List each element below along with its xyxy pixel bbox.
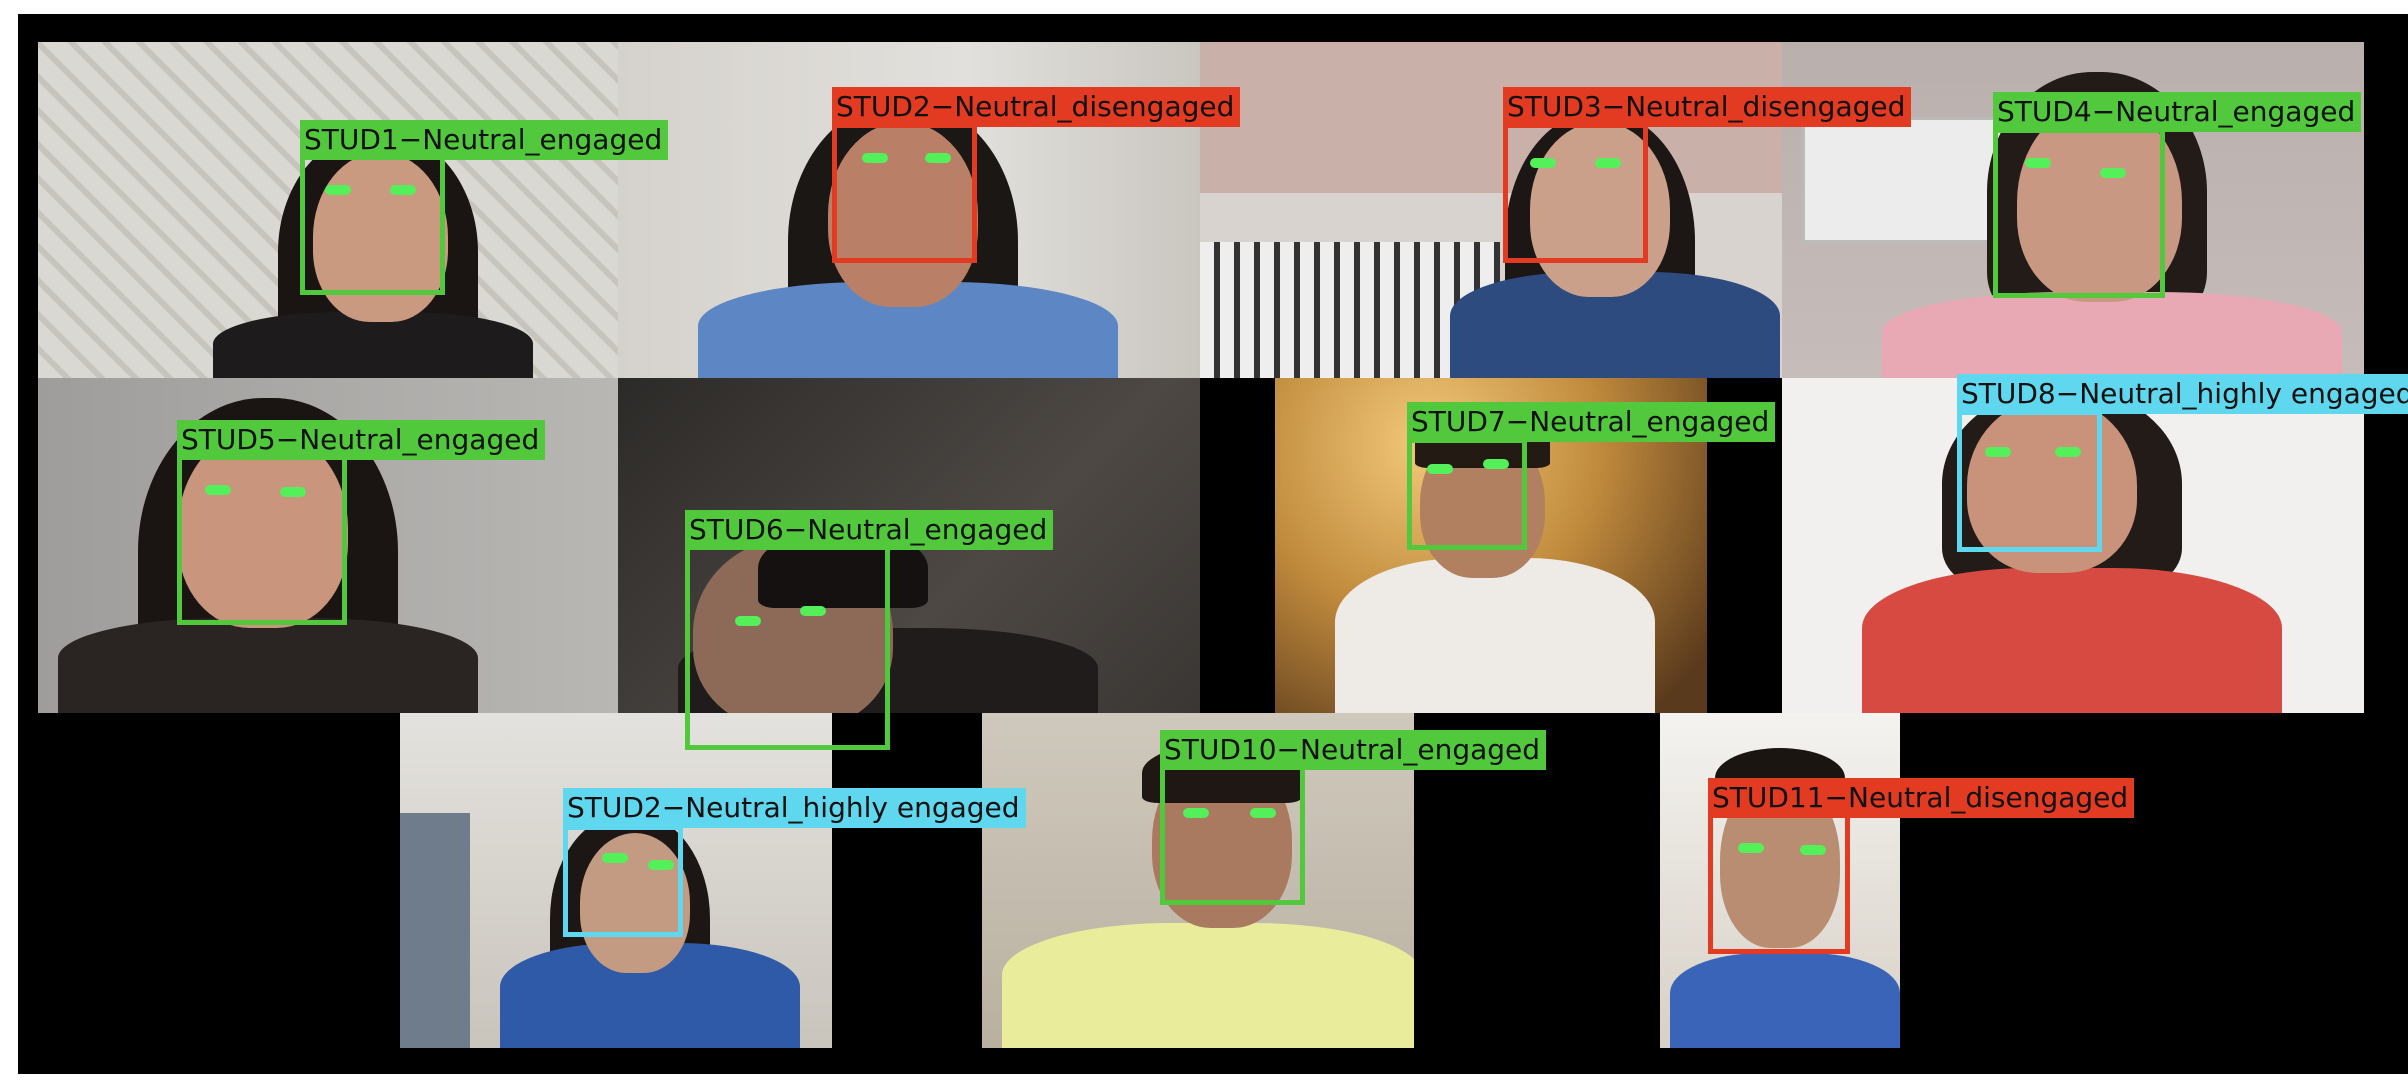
face-detection-box [1957, 410, 2102, 552]
eye-marker [800, 606, 826, 616]
eye-marker [2025, 158, 2051, 168]
eye-marker [1427, 464, 1453, 474]
detection-label: STUD5−Neutral_engaged [177, 420, 546, 460]
face-detection-box [685, 545, 890, 750]
face-detection-box [1993, 128, 2165, 298]
eye-marker [735, 616, 761, 626]
detection-label: STUD2−Neutral_disengaged [832, 87, 1241, 127]
detection-label: STUD7−Neutral_engaged [1407, 402, 1776, 442]
detection-label: STUD6−Neutral_engaged [685, 510, 1054, 550]
eye-marker [205, 485, 231, 495]
eye-marker [280, 487, 306, 497]
detection-label: STUD8−Neutral_highly engaged [1957, 374, 2408, 414]
face-detection-box [300, 155, 445, 295]
eye-marker [862, 153, 888, 163]
eye-marker [1530, 158, 1556, 168]
eye-marker [1250, 808, 1276, 818]
eye-marker [925, 153, 951, 163]
eye-marker [602, 853, 628, 863]
person-body [58, 618, 478, 713]
eye-marker [325, 185, 351, 195]
face-detection-box [832, 123, 977, 263]
eye-marker [1483, 459, 1509, 469]
eye-marker [1595, 158, 1621, 168]
person-body [1002, 923, 1414, 1048]
eye-marker [1738, 843, 1764, 853]
eye-marker [390, 185, 416, 195]
detection-label: STUD3−Neutral_disengaged [1503, 87, 1912, 127]
person-body [1335, 558, 1655, 713]
face-detection-box [1503, 123, 1648, 263]
person-body [1670, 953, 1900, 1048]
person-body [1862, 568, 2282, 713]
eye-marker [1183, 808, 1209, 818]
eye-marker [2100, 168, 2126, 178]
face-detection-box [563, 825, 683, 937]
detection-label: STUD1−Neutral_engaged [300, 120, 669, 160]
person-body [1882, 292, 2342, 378]
detection-label: STUD4−Neutral_engaged [1993, 92, 2362, 132]
detection-label: STUD11−Neutral_disengaged [1708, 778, 2135, 818]
eye-marker [1800, 845, 1826, 855]
eye-marker [1985, 447, 2011, 457]
face-detection-box [1160, 765, 1305, 905]
refrigerator [400, 813, 470, 1048]
eye-marker [2055, 447, 2081, 457]
face-detection-box [177, 455, 347, 625]
detection-label: STUD10−Neutral_engaged [1160, 730, 1547, 770]
detection-label: STUD2−Neutral_highly engaged [563, 788, 1026, 828]
eye-marker [648, 860, 674, 870]
face-detection-box [1708, 812, 1850, 954]
face-detection-box [1407, 438, 1527, 550]
